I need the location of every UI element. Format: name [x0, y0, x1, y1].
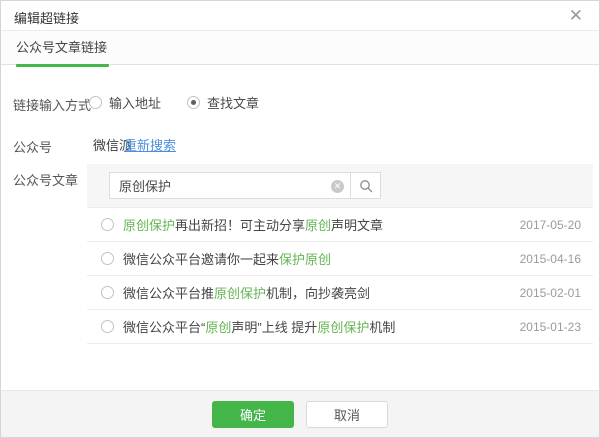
edit-hyperlink-dialog: 编辑超链接 ✕ 公众号文章链接 链接输入方式 输入地址 查找文章 公众号 微信派…	[0, 0, 600, 438]
article-date: 2015-04-16	[520, 252, 581, 266]
active-tab-underline	[16, 64, 109, 67]
search-input[interactable]	[110, 173, 350, 198]
tab-label: 公众号文章链接	[16, 40, 107, 55]
research-link[interactable]: 重新搜索	[124, 135, 176, 154]
list-item[interactable]: 微信公众平台“原创声明”上线 提升原创保护机制 2015-01-23	[87, 310, 593, 344]
article-title: 微信公众平台“原创声明”上线 提升原创保护机制	[123, 317, 512, 336]
article-title: 微信公众平台邀请你一起来保护原创	[123, 249, 512, 268]
list-item[interactable]: 微信公众平台推原创保护机制，向抄袭亮剑 2015-02-01	[87, 276, 593, 310]
dialog-title: 编辑超链接	[14, 8, 79, 27]
article-radio[interactable]	[101, 218, 114, 231]
dialog-footer: 确定 取消	[1, 390, 599, 437]
article-search-panel: ✕	[87, 164, 593, 207]
search-button[interactable]	[350, 173, 380, 198]
tab-article-link[interactable]: 公众号文章链接	[16, 31, 107, 65]
radio-option-label: 查找文章	[207, 93, 259, 112]
tab-bar: 公众号文章链接	[1, 31, 599, 65]
article-title: 微信公众平台推原创保护机制，向抄袭亮剑	[123, 283, 512, 302]
clear-icon[interactable]: ✕	[331, 180, 344, 193]
dialog-titlebar: 编辑超链接 ✕	[1, 1, 599, 31]
confirm-button[interactable]: 确定	[212, 401, 294, 428]
article-list: 原创保护再出新招！可主动分享原创声明文章 2017-05-20 微信公众平台邀请你一…	[87, 207, 593, 344]
article-date: 2015-01-23	[520, 320, 581, 334]
radio-icon[interactable]	[187, 96, 200, 109]
link-method-label: 链接输入方式	[13, 95, 91, 114]
account-label: 公众号	[13, 137, 52, 156]
search-icon	[359, 179, 373, 193]
search-box: ✕	[109, 172, 381, 199]
list-item[interactable]: 微信公众平台邀请你一起来保护原创 2015-04-16	[87, 242, 593, 276]
radio-option-enter-address[interactable]: 输入地址	[89, 93, 161, 112]
radio-option-label: 输入地址	[109, 93, 161, 112]
list-item[interactable]: 原创保护再出新招！可主动分享原创声明文章 2017-05-20	[87, 208, 593, 242]
article-radio[interactable]	[101, 286, 114, 299]
article-date: 2015-02-01	[520, 286, 581, 300]
article-date: 2017-05-20	[520, 218, 581, 232]
article-title: 原创保护再出新招！可主动分享原创声明文章	[123, 215, 512, 234]
radio-icon[interactable]	[89, 96, 102, 109]
article-radio[interactable]	[101, 320, 114, 333]
cancel-button[interactable]: 取消	[306, 401, 388, 428]
close-icon[interactable]: ✕	[569, 6, 583, 26]
radio-option-find-article[interactable]: 查找文章	[187, 93, 259, 112]
link-method-radiogroup: 输入地址 查找文章	[89, 93, 259, 111]
article-radio[interactable]	[101, 252, 114, 265]
article-search-label: 公众号文章	[13, 170, 78, 189]
